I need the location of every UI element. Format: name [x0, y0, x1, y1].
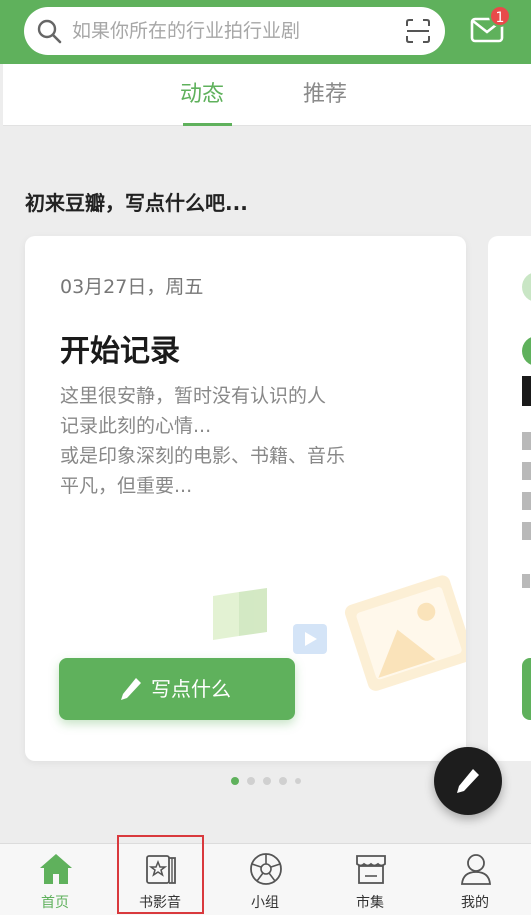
tab-dynamics[interactable]: 动态	[180, 80, 224, 110]
write-button-label: 写点什么	[151, 677, 231, 701]
card-description-line: 记录此刻的心情...	[60, 415, 212, 437]
preview-text-line	[522, 492, 531, 510]
nav-item-groups[interactable]: 小组	[212, 844, 318, 915]
group-icon	[250, 853, 282, 885]
pagination-dot[interactable]	[295, 778, 301, 784]
feed-tabs: 动态 推荐	[3, 64, 531, 126]
notification-badge[interactable]: 1	[489, 5, 511, 27]
nav-item-home[interactable]: 首页	[2, 844, 108, 915]
active-tab-indicator	[183, 123, 232, 126]
nav-item-market[interactable]: 市集	[317, 844, 423, 915]
card-description-line: 平凡，但重要...	[60, 475, 193, 497]
compose-fab-button[interactable]	[434, 747, 502, 815]
preview-title	[522, 376, 531, 406]
pagination-dot[interactable]	[279, 777, 287, 785]
bottom-navigation: 首页 书影音 小组 市集 我的	[0, 843, 531, 915]
nav-label: 我的	[461, 895, 489, 911]
preview-avatar	[522, 272, 531, 302]
scan-icon[interactable]	[405, 18, 431, 44]
pencil-icon	[457, 769, 479, 793]
search-placeholder[interactable]: 如果你所在的行业拍行业剧	[72, 19, 300, 43]
card-title: 开始记录	[60, 334, 180, 369]
pencil-icon	[121, 678, 141, 700]
image-illustration-icon	[344, 575, 466, 691]
home-icon	[40, 854, 72, 884]
highlight-box	[117, 835, 204, 914]
preview-text-line	[522, 522, 531, 540]
search-icon	[37, 19, 62, 44]
profile-icon	[461, 854, 491, 885]
preview-avatar	[522, 336, 531, 366]
pagination-dot[interactable]	[263, 777, 271, 785]
start-record-card[interactable]: 03月27日，周五 开始记录 这里很安静，暂时没有认识的人 记录此刻的心情...…	[25, 236, 466, 761]
nav-label: 市集	[356, 895, 384, 911]
feed-hint: 初来豆瓣，写点什么吧...	[25, 191, 248, 215]
tab-recommend[interactable]: 推荐	[303, 80, 347, 110]
preview-text-line	[522, 462, 531, 480]
preview-text-line	[522, 574, 530, 588]
pagination-dot[interactable]	[231, 777, 239, 785]
book-illustration-icon	[213, 588, 267, 640]
next-card-preview[interactable]	[488, 236, 531, 761]
top-bar: 如果你所在的行业拍行业剧 1	[0, 0, 531, 64]
search-bar[interactable]: 如果你所在的行业拍行业剧	[24, 7, 445, 55]
nav-item-profile[interactable]: 我的	[422, 844, 528, 915]
card-date: 03月27日，周五	[60, 276, 204, 298]
pagination-dot[interactable]	[247, 777, 255, 785]
video-illustration-icon	[293, 624, 327, 654]
card-description-line: 这里很安静，暂时没有认识的人	[60, 385, 327, 407]
nav-label: 首页	[41, 895, 69, 911]
card-description-line: 或是印象深刻的电影、书籍、音乐	[60, 445, 346, 467]
preview-button[interactable]	[522, 658, 531, 720]
nav-label: 小组	[251, 895, 279, 911]
write-something-button[interactable]: 写点什么	[59, 658, 295, 720]
preview-text-line	[522, 432, 531, 450]
market-icon	[356, 855, 386, 884]
